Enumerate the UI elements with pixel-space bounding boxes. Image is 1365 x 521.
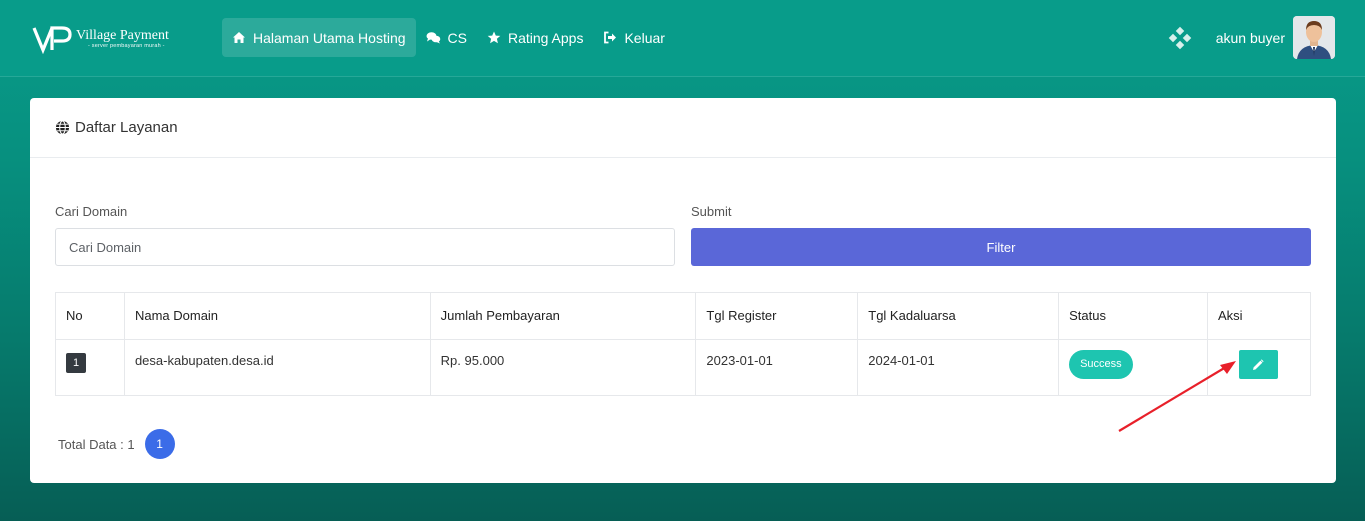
col-header-registered: Tgl Register [695, 292, 859, 340]
cell-domain: desa-kabupaten.desa.id [123, 339, 431, 396]
nav-item-keluar[interactable]: Keluar [593, 18, 674, 57]
filter-form: Cari Domain Submit Filter [55, 204, 1311, 266]
user-avatar-icon [1293, 16, 1335, 59]
col-header-status: Status [1058, 292, 1208, 340]
table-header-row: No Nama Domain Jumlah Pembayaran Tgl Reg… [55, 292, 1312, 340]
cell-registered: 2023-01-01 [695, 339, 859, 396]
globe-icon [55, 120, 70, 135]
brand-logo[interactable]: Village Payment - server pembayaran mura… [32, 22, 169, 54]
brand-tagline: - server pembayaran murah - [88, 42, 165, 49]
nav-item-keluar-label: Keluar [624, 29, 665, 46]
submit-label: Submit [691, 204, 732, 219]
nav-item-cs[interactable]: CS [416, 18, 477, 57]
home-icon [233, 32, 245, 43]
brand-text: Village Payment - server pembayaran mura… [76, 28, 169, 49]
comments-icon [426, 32, 440, 44]
col-header-expires: Tgl Kadaluarsa [857, 292, 1060, 340]
row-number-badge: 1 [66, 353, 86, 373]
cell-no: 1 [55, 339, 125, 396]
col-header-no: No [55, 292, 125, 340]
pagination-page-1[interactable]: 1 [144, 429, 175, 459]
nav-item-home-label: Halaman Utama Hosting [253, 29, 406, 46]
nav-item-cs-label: CS [447, 29, 467, 46]
domain-search-label: Cari Domain [55, 204, 128, 219]
nav-item-rating-apps[interactable]: Rating Apps [477, 18, 594, 57]
apps-grid-icon[interactable] [1168, 26, 1191, 49]
card-title: Daftar Layanan [75, 119, 178, 136]
top-navbar: Village Payment - server pembayaran mura… [0, 0, 1365, 77]
annotation-arrow-icon [1118, 361, 1236, 432]
main-nav: Halaman Utama Hosting CS Rating Apps Kel… [222, 18, 675, 57]
col-header-action: Aksi [1206, 292, 1312, 340]
filter-button[interactable]: Filter [691, 228, 1311, 266]
star-icon [487, 31, 501, 44]
pencil-icon [1253, 358, 1265, 370]
user-name[interactable]: akun buyer [1216, 30, 1285, 46]
brand-name: Village Payment [76, 27, 169, 43]
total-data-text: Total Data : 1 [58, 436, 135, 452]
village-payment-logo-icon [32, 26, 72, 54]
col-header-amount: Jumlah Pembayaran [429, 292, 697, 340]
sign-out-icon [604, 31, 617, 44]
nav-item-home[interactable]: Halaman Utama Hosting [222, 18, 416, 57]
card-header: Daftar Layanan [30, 98, 1336, 158]
cell-amount: Rp. 95.000 [429, 339, 697, 396]
table-footer: Total Data : 1 1 [58, 429, 175, 459]
col-header-domain: Nama Domain [123, 292, 431, 340]
nav-item-rating-apps-label: Rating Apps [507, 29, 584, 46]
domain-search-input[interactable] [55, 228, 675, 266]
cell-expires: 2024-01-01 [857, 339, 1060, 396]
avatar[interactable] [1293, 16, 1335, 59]
user-area: akun buyer [1168, 16, 1335, 59]
